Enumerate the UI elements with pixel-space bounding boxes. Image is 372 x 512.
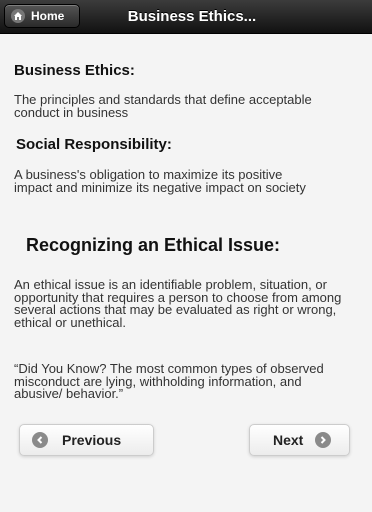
page-title: Business Ethics... — [127, 8, 257, 25]
arrow-left-icon — [32, 432, 48, 448]
home-button[interactable]: Home — [4, 4, 80, 28]
social-responsibility-text: A business's obligation to maximize its … — [14, 167, 306, 195]
next-label: Next — [273, 432, 304, 448]
ethical-issue-heading: Recognizing an Ethical Issue: — [26, 235, 281, 255]
header-bar: Home Business Ethics... — [0, 0, 372, 34]
business-ethics-text: The principles and standards that define… — [14, 92, 312, 120]
home-label: Home — [31, 9, 65, 23]
previous-label: Previous — [62, 432, 122, 448]
did-you-know-quote: “Did You Know? The most common types of … — [14, 361, 324, 401]
home-icon — [11, 9, 25, 23]
next-button[interactable]: Next — [249, 424, 350, 456]
arrow-right-icon — [315, 432, 332, 448]
ethical-issue-text: An ethical issue is an identifiable prob… — [14, 277, 342, 330]
previous-button[interactable]: Previous — [19, 424, 154, 456]
business-ethics-heading: Business Ethics: — [14, 62, 135, 79]
social-responsibility-heading: Social Responsibility: — [16, 136, 172, 153]
